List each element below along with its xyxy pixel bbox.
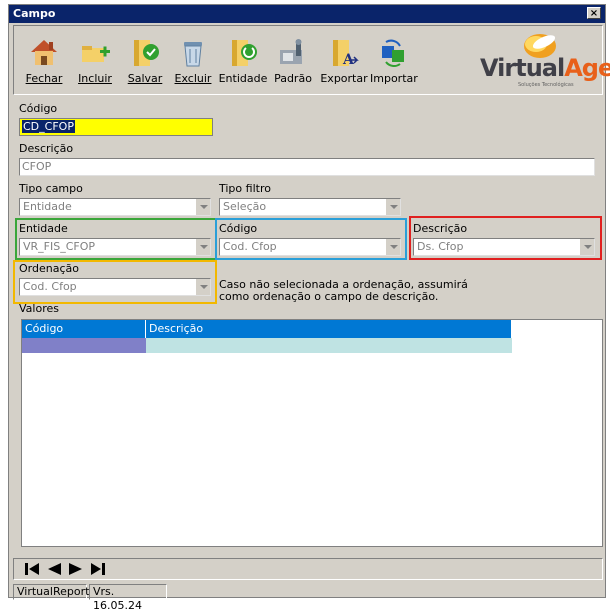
chevron-down-icon[interactable] (385, 199, 400, 215)
codigo-field[interactable]: CD_CFOP (19, 118, 213, 136)
grid-cell-descricao[interactable] (146, 338, 512, 353)
tipo-campo-select[interactable]: Entidade (19, 198, 211, 216)
valores-grid[interactable]: Código Descrição (21, 319, 603, 547)
entity-folder-icon (232, 40, 257, 66)
grid-header-codigo[interactable]: Código (22, 320, 146, 338)
window-title: Campo (13, 7, 56, 20)
first-record-icon[interactable] (24, 562, 40, 576)
importar-button[interactable]: Importar (370, 30, 418, 90)
tipo-campo-label: Tipo campo (19, 182, 83, 195)
tipo-campo-value: Entidade (23, 200, 72, 213)
ordenacao-note: Caso não selecionada a ordenação, assumi… (219, 279, 468, 303)
status-version: Vrs. 16.05.24 (89, 584, 167, 612)
status-app: VirtualReport (13, 584, 89, 600)
padrao-button[interactable]: Padrão (270, 30, 316, 90)
fechar-button[interactable]: Fechar (20, 30, 68, 90)
chevron-down-icon[interactable] (195, 199, 210, 215)
entidade-select[interactable]: VR_FIS_CFOP (19, 238, 211, 256)
codigo-value: CD_CFOP (22, 120, 75, 133)
ordenacao-value: Cod. Cfop (23, 280, 77, 293)
codigo-label: Código (19, 102, 58, 115)
ordenacao-note-line-2: como ordenação o campo de descrição. (219, 290, 439, 303)
default-icon (280, 39, 302, 64)
save-folder-icon (134, 40, 159, 66)
descricao-label: Descrição (19, 142, 74, 155)
navigation-bar (13, 558, 603, 580)
toolbar: Fechar Incluir Salvar Excluir Entidade P… (13, 25, 610, 95)
codigo-combo-select[interactable]: Cod. Cfop (219, 238, 401, 256)
salvar-button[interactable]: Salvar (122, 30, 168, 90)
codigo-combo-value: Cod. Cfop (223, 240, 277, 253)
tipo-filtro-value: Seleção (223, 200, 267, 213)
ordenacao-select[interactable]: Cod. Cfop (19, 278, 211, 296)
descricao-combo-value: Ds. Cfop (417, 240, 464, 253)
chevron-down-icon[interactable] (385, 239, 400, 255)
chevron-down-icon[interactable] (579, 239, 594, 255)
tipo-filtro-label: Tipo filtro (219, 182, 271, 195)
close-button[interactable]: × (587, 7, 601, 19)
chevron-down-icon[interactable] (195, 239, 210, 255)
next-record-icon[interactable] (68, 562, 84, 576)
excluir-button[interactable]: Excluir (170, 30, 216, 90)
entidade-label: Entidade (19, 222, 68, 235)
tipo-filtro-select[interactable]: Seleção (219, 198, 401, 216)
house-icon (31, 40, 57, 65)
campo-window: Campo × Fechar Incluir Salvar Excluir En… (8, 4, 610, 612)
logo-text-virtual: Virtual (480, 54, 565, 82)
logo-text-age: Age (564, 54, 610, 82)
previous-record-icon[interactable] (46, 562, 62, 576)
title-bar: Campo × (9, 5, 605, 23)
chevron-down-icon[interactable] (195, 279, 210, 295)
descricao-field[interactable]: CFOP (19, 158, 595, 176)
valores-label: Valores (19, 302, 59, 315)
entidade-button[interactable]: Entidade (218, 30, 268, 90)
descricao-combo-label: Descrição (413, 222, 468, 235)
logo-tagline: Soluções Tecnológicas (518, 82, 574, 88)
trash-icon (184, 42, 202, 67)
incluir-button[interactable]: Incluir (72, 30, 118, 90)
import-icon (382, 39, 404, 67)
virtualage-logo: VirtualAge Soluções Tecnológicas (454, 28, 610, 92)
ordenacao-label: Ordenação (19, 262, 79, 275)
last-record-icon[interactable] (90, 562, 106, 576)
entidade-value: VR_FIS_CFOP (23, 240, 96, 253)
add-folder-icon (82, 46, 110, 62)
exportar-button[interactable]: A Exportar (318, 30, 370, 90)
export-icon: A (333, 40, 359, 68)
grid-header-descricao[interactable]: Descrição (146, 320, 512, 338)
codigo-combo-label: Código (219, 222, 258, 235)
grid-cell-codigo[interactable] (22, 338, 146, 353)
descricao-combo-select[interactable]: Ds. Cfop (413, 238, 595, 256)
